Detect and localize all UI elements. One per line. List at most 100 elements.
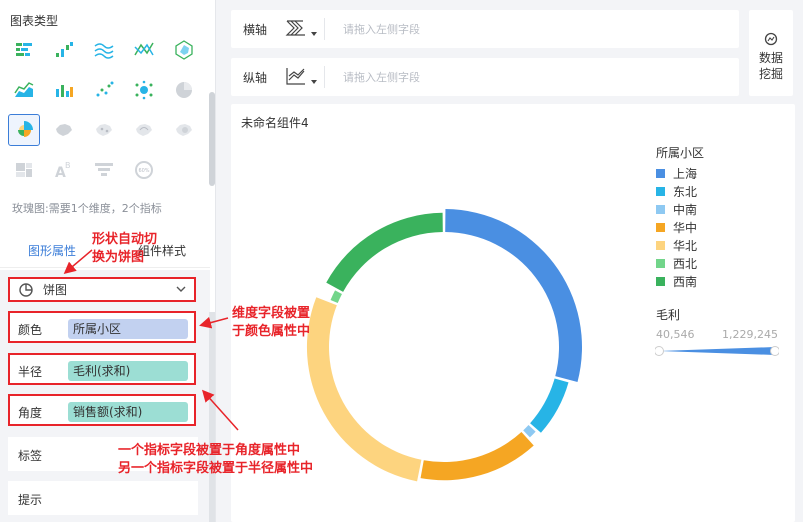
- y-axis-icon[interactable]: [285, 66, 307, 86]
- svg-text:B: B: [65, 161, 71, 170]
- chart-hint: 玫瑰图:需要1个维度，2个指标: [12, 202, 162, 215]
- chart-type-stacked-bar[interactable]: [48, 34, 80, 66]
- chart-type-title: 图表类型: [10, 14, 59, 28]
- chart-type-gauge[interactable]: 60%: [128, 154, 160, 186]
- chart-type-map-dots[interactable]: [88, 114, 120, 146]
- chart-type-grouped-bar[interactable]: [8, 34, 40, 66]
- chart-type-word-cloud[interactable]: AB: [48, 154, 80, 186]
- color-legend: 上海东北中南华中 华北 西北西南: [656, 164, 697, 290]
- legend-item[interactable]: 上海: [656, 164, 697, 182]
- rose-slice[interactable]: [420, 432, 534, 481]
- chart-type-area-line[interactable]: [88, 34, 120, 66]
- chart-type-rose-chart[interactable]: [8, 114, 40, 146]
- stacked-bar-icon: [56, 42, 73, 57]
- y-axis-dropzone[interactable]: 请拖入左侧字段: [343, 69, 420, 85]
- size-legend-slider[interactable]: [655, 344, 779, 358]
- map-china-icon: [56, 124, 72, 136]
- svg-text:60%: 60%: [138, 168, 149, 174]
- annotation-line: 于颜色属性中: [232, 324, 311, 339]
- shape-select[interactable]: 饼图: [8, 277, 196, 302]
- type-scrollbar[interactable]: [209, 92, 215, 186]
- grouped-bar-icon: [16, 43, 32, 56]
- radius-field-row[interactable]: 半径 毛利(求和): [8, 353, 196, 385]
- rose-slice[interactable]: [306, 297, 422, 482]
- legend-swatch: [656, 276, 665, 286]
- rose-chart[interactable]: [301, 204, 587, 490]
- chart-type-pie-chart[interactable]: [168, 74, 200, 106]
- rose-slice[interactable]: [330, 290, 342, 304]
- annotation-line: 换为饼图: [92, 250, 145, 265]
- annotation-measures: 一个指标字段被置于角度属性中 另一个指标字段被置于半径属性中: [118, 442, 313, 478]
- legend-swatch: [656, 222, 665, 232]
- chart-type-funnel[interactable]: [88, 154, 120, 186]
- chart-type-map-china[interactable]: [48, 114, 80, 146]
- chart-type-map-flow[interactable]: [128, 114, 160, 146]
- chart-type-radar[interactable]: [168, 34, 200, 66]
- rose-slice[interactable]: [326, 212, 443, 292]
- cross-line-icon: [134, 42, 154, 56]
- chart-type-bubble[interactable]: [128, 74, 160, 106]
- legend-item[interactable]: 中南: [656, 200, 697, 218]
- annotation-line: 维度字段被置: [232, 306, 311, 321]
- legend-item[interactable]: 东北: [656, 182, 697, 200]
- annotation-line: 一个指标字段被置于角度属性中: [118, 443, 301, 458]
- pie-icon: [19, 282, 33, 297]
- x-axis-dropzone[interactable]: 请拖入左侧字段: [343, 21, 420, 37]
- rose-slice[interactable]: [445, 209, 582, 382]
- legend-label: 中南: [673, 202, 698, 217]
- angle-field-row[interactable]: 角度 销售额(求和): [8, 394, 196, 426]
- map-flow-icon: [136, 124, 152, 136]
- angle-label: 角度: [18, 406, 43, 420]
- y-axis-bar[interactable]: 纵轴 请拖入左侧字段: [231, 58, 739, 96]
- chart-type-cross-line[interactable]: [128, 34, 160, 66]
- shape-select-value: 饼图: [43, 283, 68, 297]
- color-field-row[interactable]: 颜色 所属小区: [8, 311, 196, 343]
- legend-swatch: [656, 258, 665, 268]
- annotation-shape-switch: 形状自动切 换为饼图: [92, 231, 157, 267]
- legend-item[interactable]: 华北: [656, 236, 697, 254]
- tab-shape-properties[interactable]: 图形属性: [28, 242, 76, 259]
- area-line-icon: [94, 43, 114, 59]
- rose-slice[interactable]: [523, 425, 536, 438]
- legend-item[interactable]: 西北: [656, 254, 697, 272]
- angle-field-chip[interactable]: 销售额(求和): [68, 402, 188, 422]
- color-label: 颜色: [18, 323, 43, 337]
- chart-type-map-heat[interactable]: [168, 114, 200, 146]
- x-axis-icon[interactable]: [285, 18, 307, 38]
- properties-scrollbar[interactable]: [209, 312, 215, 522]
- bubble-icon: [135, 80, 153, 100]
- legend-title: 所属小区: [656, 146, 705, 160]
- chart-type-area-chart[interactable]: [8, 74, 40, 106]
- color-field-chip[interactable]: 所属小区: [68, 319, 188, 339]
- data-mining-button[interactable]: 数据 挖掘: [749, 10, 793, 96]
- y-axis-divider: [324, 66, 325, 88]
- legend-label: 华中: [673, 220, 698, 235]
- size-legend-title: 毛利: [656, 308, 681, 322]
- legend-label: 西南: [673, 274, 698, 289]
- x-axis-label: 横轴: [243, 23, 268, 37]
- legend-item[interactable]: 西南: [656, 272, 697, 290]
- annotation-dimension-color: 维度字段被置 于颜色属性中: [232, 305, 310, 341]
- annotation-line: 另一个指标字段被置于半径属性中: [118, 461, 314, 476]
- size-legend-max: 1,229,245: [722, 328, 778, 341]
- map-dots-icon: [96, 124, 112, 136]
- chart-type-column-line[interactable]: [48, 74, 80, 106]
- legend-item[interactable]: 华中: [656, 218, 697, 236]
- radius-field-chip[interactable]: 毛利(求和): [68, 361, 188, 381]
- legend-label: 上海: [673, 166, 698, 181]
- tooltip-row[interactable]: 提示: [8, 481, 198, 515]
- scatter-icon: [96, 81, 114, 97]
- chart-type-treemap[interactable]: [8, 154, 40, 186]
- annotation-line: 形状自动切: [92, 232, 158, 247]
- radar-icon: [175, 40, 193, 60]
- data-mining-icon: [764, 32, 778, 46]
- legend-label: 东北: [673, 184, 698, 199]
- chart-type-scatter[interactable]: [88, 74, 120, 106]
- rose-slice[interactable]: [530, 378, 569, 433]
- map-heat-icon: [176, 124, 192, 136]
- chart-title: 未命名组件4: [241, 116, 309, 130]
- x-axis-divider: [324, 18, 325, 40]
- x-axis-bar[interactable]: 横轴 请拖入左侧字段: [231, 10, 739, 48]
- chart-card[interactable]: 未命名组件4 所属小区 上海 东北 中南 华中 华北 西北 西南 毛利 40,546 1,2…: [231, 104, 795, 522]
- data-mining-line2: 挖掘: [758, 67, 783, 81]
